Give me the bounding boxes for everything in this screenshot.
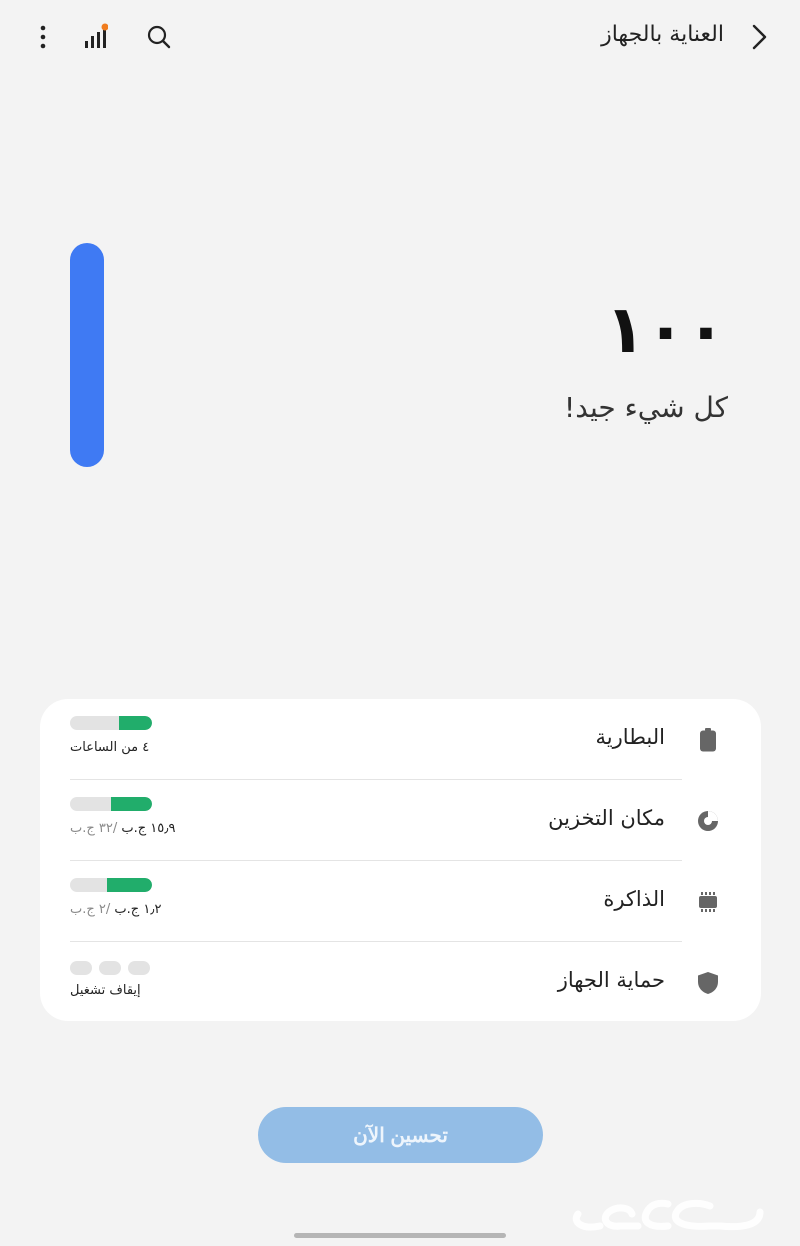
home-indicator[interactable]: [294, 1233, 506, 1238]
shield-icon: [698, 972, 718, 994]
battery-meter-fill: [119, 716, 152, 730]
storage-meter-fill: [111, 797, 152, 811]
device-status-card: البطارية ٤ من الساعات مكان التخزين ١٥٫٩ …: [40, 699, 761, 1021]
search-icon: [147, 25, 171, 49]
storage-label: مكان التخزين: [548, 806, 665, 830]
list-item-device-protection[interactable]: حماية الجهاز إيقاف تشغيل: [70, 942, 721, 1023]
score-gauge: [70, 243, 104, 467]
device-care-screen: العناية بالجهاز ١٠٠ كل شيء جيد! البطارية…: [0, 0, 800, 1246]
device-protection-label: حماية الجهاز: [557, 968, 665, 992]
memory-meter-fill: [106, 878, 152, 892]
search-button[interactable]: [142, 20, 176, 54]
status-dot: [128, 961, 150, 975]
device-score: ١٠٠: [605, 291, 726, 368]
battery-icon: [700, 728, 716, 752]
battery-meter: [70, 716, 152, 730]
notification-dot: [101, 23, 108, 31]
signal-bars-icon: [85, 23, 108, 48]
optimize-now-button[interactable]: تحسين الآن: [258, 1107, 543, 1163]
device-protection-value: إيقاف تشغيل: [70, 983, 141, 998]
battery-label: البطارية: [595, 725, 665, 749]
memory-label: الذاكرة: [603, 887, 665, 911]
memory-meter: [70, 878, 152, 892]
stats-button[interactable]: [78, 20, 112, 54]
storage-meter: [70, 797, 152, 811]
storage-value: ١٥٫٩ ج.ب /٣٢ ج.ب: [70, 821, 176, 836]
top-app-bar: العناية بالجهاز: [0, 0, 800, 72]
protection-status-dots: [70, 961, 150, 975]
status-message: كل شيء جيد!: [564, 391, 728, 424]
list-item-memory[interactable]: الذاكرة ١٫٢ ج.ب /٢ ج.ب: [70, 861, 721, 942]
more-options-button[interactable]: [26, 20, 60, 54]
status-dot: [70, 961, 92, 975]
list-item-storage[interactable]: مكان التخزين ١٥٫٩ ج.ب /٣٢ ج.ب: [70, 780, 721, 861]
memory-value: ١٫٢ ج.ب /٢ ج.ب: [70, 902, 162, 917]
more-vertical-icon: [40, 25, 46, 49]
chevron-right-icon: [752, 24, 767, 50]
battery-value: ٤ من الساعات: [70, 740, 150, 755]
list-item-battery[interactable]: البطارية ٤ من الساعات: [70, 699, 721, 780]
back-button[interactable]: [744, 20, 774, 54]
haraj-watermark-logo: [572, 1199, 764, 1231]
memory-chip-icon: [699, 892, 717, 912]
status-dot: [99, 961, 121, 975]
page-title: العناية بالجهاز: [601, 22, 724, 47]
storage-pie-icon: [698, 811, 718, 831]
